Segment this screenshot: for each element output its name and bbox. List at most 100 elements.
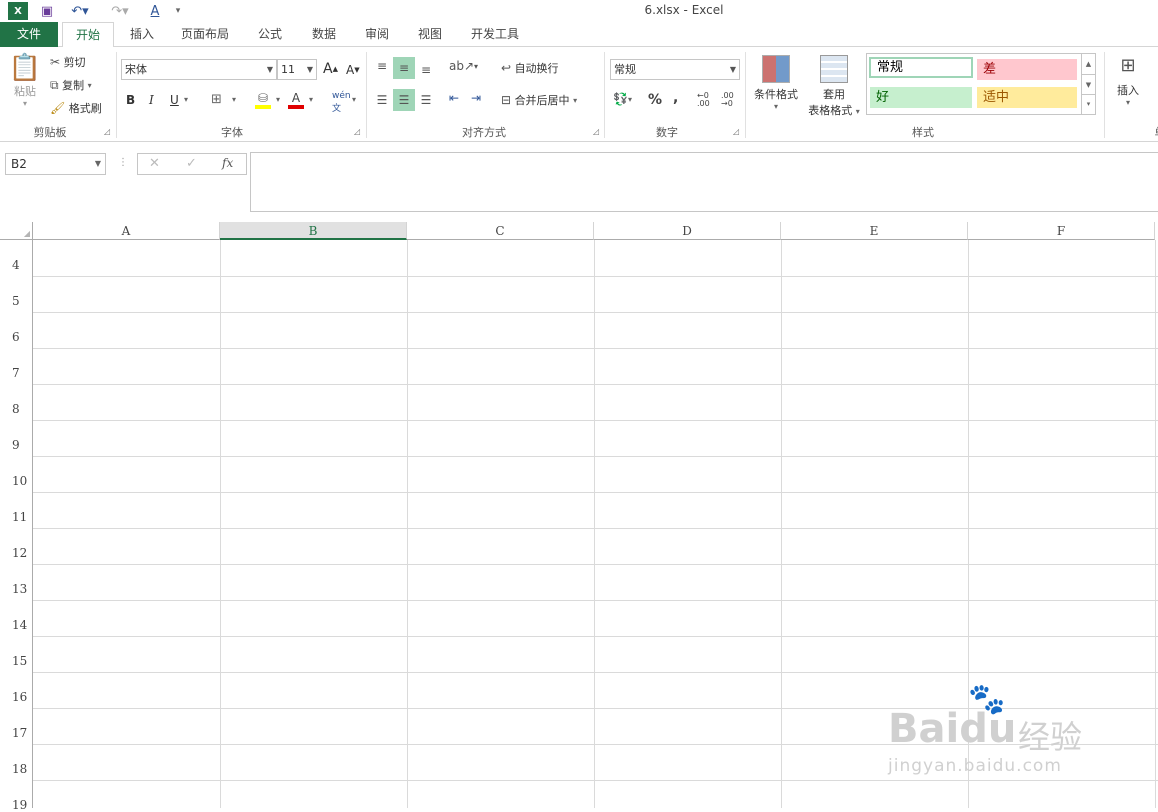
grow-font-button[interactable]: A ▲ (323, 61, 338, 77)
tab-home[interactable]: 开始 (62, 22, 114, 48)
increase-indent-icon[interactable]: ⇥ (471, 91, 481, 105)
tab-file[interactable]: 文件 (0, 22, 58, 47)
align-middle-icon[interactable]: ≡ (393, 57, 415, 79)
row-header[interactable]: 13 (0, 564, 33, 600)
grid-line (33, 600, 1158, 601)
format-as-table-button[interactable]: 套用 表格格式 ▾ (804, 55, 864, 118)
tab-view[interactable]: 视图 (408, 22, 452, 47)
tab-data[interactable]: 数据 (302, 22, 346, 47)
phonetic-dropdown-icon[interactable]: ▾ (352, 95, 356, 104)
font-name-select[interactable]: 宋体 ▼ (121, 59, 277, 80)
grid-line (33, 564, 1158, 565)
select-all-corner[interactable]: ◢ (0, 222, 33, 240)
conditional-formatting-button[interactable]: 条件格式 ▾ (750, 55, 802, 111)
increase-decimal-icon[interactable]: ←0.00 (697, 92, 710, 108)
fill-dropdown-icon[interactable]: ▾ (276, 95, 280, 104)
column-header-b[interactable]: B (220, 222, 407, 240)
scroll-up-icon[interactable]: ▲ (1082, 54, 1095, 74)
formula-input[interactable] (250, 152, 1158, 212)
dialog-launcher-icon[interactable]: ◿ (593, 127, 599, 136)
enter-icon[interactable]: ✓ (186, 156, 197, 171)
number-format-select[interactable]: 常规 ▼ (610, 59, 740, 80)
align-left-icon[interactable]: ☰ (373, 91, 391, 109)
underline-button[interactable]: U (170, 93, 179, 107)
tab-developer[interactable]: 开发工具 (462, 22, 528, 47)
column-header-e[interactable]: E (781, 222, 968, 240)
align-right-icon[interactable]: ☰ (417, 91, 435, 109)
gallery-scroll[interactable]: ▲ ▼ ▾ (1081, 54, 1095, 114)
row-header[interactable]: 6 (0, 312, 33, 348)
row-header[interactable]: 19 (0, 780, 33, 812)
borders-icon[interactable]: ⊞ (211, 92, 222, 107)
row-header[interactable]: 18 (0, 744, 33, 780)
row-header[interactable]: 5 (0, 276, 33, 312)
format-as-table-label-text: 表格格式 (808, 104, 853, 117)
merge-center-button[interactable]: ⊟ 合并后居中 ▾ (501, 92, 577, 108)
tab-review[interactable]: 审阅 (355, 22, 399, 47)
font-name-value: 宋体 (125, 63, 147, 76)
row-header[interactable]: 9 (0, 420, 33, 456)
cancel-icon[interactable]: ✕ (149, 156, 160, 171)
format-painter-button[interactable]: 🖌 格式刷 (50, 100, 102, 116)
row-header[interactable]: 7 (0, 348, 33, 384)
column-header-a[interactable]: A (33, 222, 220, 240)
percent-button[interactable]: % (648, 92, 662, 108)
formula-bar: B2 ▼ ⋮ ✕ ✓ fx (0, 148, 1158, 212)
style-good[interactable]: 好 (870, 87, 972, 108)
dialog-launcher-icon[interactable]: ◿ (104, 127, 110, 136)
align-center-icon[interactable]: ☰ (393, 89, 415, 111)
row-header[interactable]: 12 (0, 528, 33, 564)
align-bottom-icon[interactable]: ≡ (417, 61, 435, 79)
paste-button[interactable]: 📋 粘贴 ▾ (8, 53, 42, 117)
underline-dropdown-icon[interactable]: ▾ (184, 95, 188, 104)
bold-button[interactable]: B (126, 93, 135, 107)
style-bad[interactable]: 差 (977, 59, 1077, 80)
wrap-text-icon: ↩ (501, 61, 512, 75)
decrease-decimal-icon[interactable]: .00 →0 (721, 92, 734, 108)
row-header[interactable]: 16 (0, 672, 33, 708)
row-header[interactable]: 15 (0, 636, 33, 672)
table-format-icon (820, 55, 848, 83)
tab-insert[interactable]: 插入 (120, 22, 164, 47)
shrink-font-button[interactable]: A ▼ (346, 63, 360, 77)
column-header-d[interactable]: D (594, 222, 781, 240)
style-neutral[interactable]: 适中 (977, 87, 1077, 108)
grid-line (33, 384, 1158, 385)
cut-button[interactable]: ✂ 剪切 (50, 54, 86, 70)
gallery-more-icon[interactable]: ▾ (1082, 94, 1095, 112)
alignment-group-label: 对齐方式 (462, 126, 506, 139)
font-color-dropdown-icon[interactable]: ▾ (309, 95, 313, 104)
borders-dropdown-icon[interactable]: ▾ (232, 95, 236, 104)
italic-button[interactable]: I (149, 93, 154, 107)
dialog-launcher-icon[interactable]: ◿ (733, 127, 739, 136)
phonetic-icon[interactable]: wén 文 (332, 91, 351, 114)
row-header[interactable]: 10 (0, 456, 33, 492)
row-header[interactable]: 8 (0, 384, 33, 420)
currency-icon[interactable]: 💱 ▾ (613, 92, 632, 106)
align-top-icon[interactable]: ≡ (373, 57, 391, 75)
decrease-indent-icon[interactable]: ⇤ (449, 91, 459, 105)
row-header[interactable]: 4 (0, 240, 33, 276)
comma-button[interactable]: , (673, 90, 678, 106)
more-options-icon[interactable]: ⋮ (118, 157, 128, 168)
font-color-button[interactable]: A (287, 91, 305, 109)
name-box[interactable]: B2 ▼ (5, 153, 106, 175)
copy-button[interactable]: ⧉ 复制 ▾ (50, 77, 92, 93)
tab-formulas[interactable]: 公式 (248, 22, 292, 47)
wrap-text-button[interactable]: ↩ 自动换行 (501, 60, 559, 76)
insert-cells-button[interactable]: ⊞ 插入 ▾ (1110, 55, 1146, 107)
fill-color-button[interactable]: ⛁ (254, 91, 272, 109)
watermark-brand: Baidu (888, 706, 1016, 752)
tab-page-layout[interactable]: 页面布局 (172, 22, 238, 47)
insert-function-icon[interactable]: fx (222, 156, 233, 170)
column-header-c[interactable]: C (407, 222, 594, 240)
column-header-f[interactable]: F (968, 222, 1155, 240)
scroll-down-icon[interactable]: ▼ (1082, 74, 1095, 94)
orientation-icon[interactable]: ab↗ ▾ (449, 59, 478, 73)
row-header[interactable]: 14 (0, 600, 33, 636)
dialog-launcher-icon[interactable]: ◿ (354, 127, 360, 136)
row-header[interactable]: 11 (0, 492, 33, 528)
font-size-select[interactable]: 11 ▼ (277, 59, 317, 80)
style-normal[interactable]: 常规 (869, 57, 973, 78)
row-header[interactable]: 17 (0, 708, 33, 744)
